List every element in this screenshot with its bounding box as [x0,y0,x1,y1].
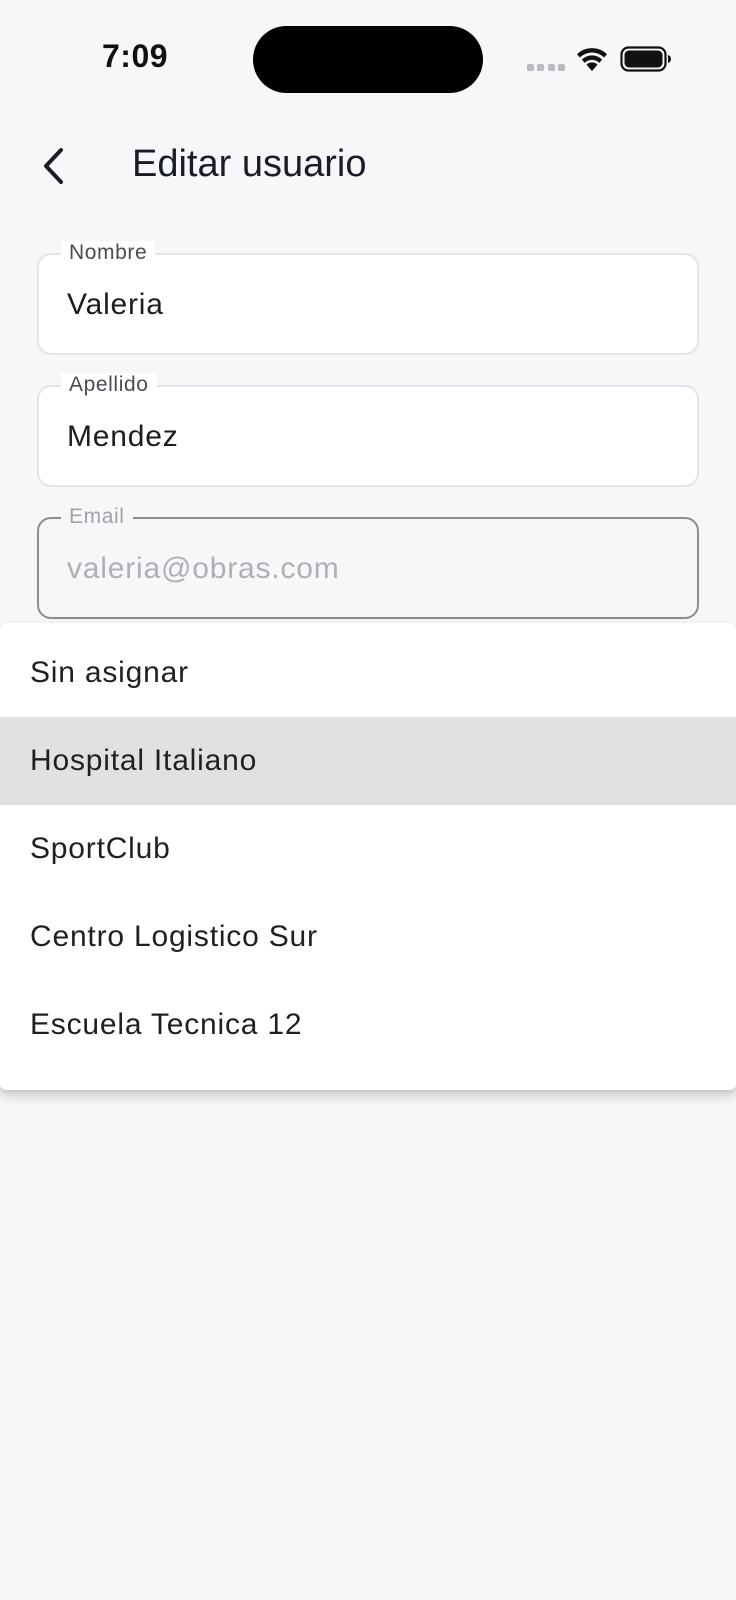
menu-item-sin-asignar[interactable]: Sin asignar [0,629,736,717]
page-title: Editar usuario [132,143,367,185]
dynamic-island [253,26,483,93]
apellido-label: Apellido [61,373,157,397]
battery-icon [620,46,671,72]
email-field: Email [37,505,699,619]
menu-item-sportclub[interactable]: SportClub [0,805,736,893]
email-input [67,547,667,591]
wifi-icon [577,48,607,71]
dropdown-menu: Sin asignar Hospital Italiano SportClub … [0,623,736,1090]
app-header: Editar usuario [0,130,736,210]
chevron-left-icon [44,148,63,184]
email-label: Email [61,505,133,529]
cellular-signal-icon [527,64,565,72]
menu-item-centro-logistico-sur[interactable]: Centro Logistico Sur [0,893,736,981]
nombre-label: Nombre [61,241,156,265]
menu-item-hospital-italiano[interactable]: Hospital Italiano [0,717,736,805]
apellido-field[interactable]: Apellido [37,373,699,487]
status-time: 7:09 [102,38,169,74]
back-button[interactable] [28,140,80,192]
apellido-input[interactable] [67,415,667,459]
nombre-field[interactable]: Nombre [37,241,699,355]
menu-item-escuela-tecnica-12[interactable]: Escuela Tecnica 12 [0,981,736,1069]
status-bar: 7:09 [0,0,736,120]
nombre-input[interactable] [67,283,667,327]
